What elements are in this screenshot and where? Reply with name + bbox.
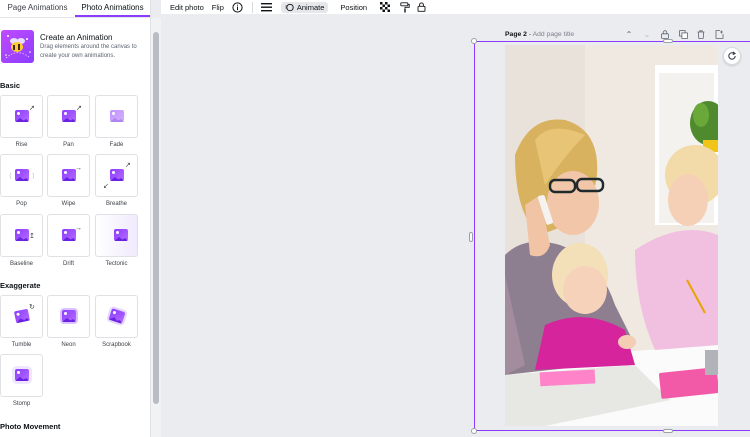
panel-scrollbar-thumb[interactable] [153, 32, 159, 404]
bracket-left-icon: ⟨ [9, 173, 12, 180]
image-icon [15, 110, 29, 122]
image-icon [15, 169, 29, 181]
animation-label-neon: Neon [61, 342, 76, 348]
section-title-photo-movement: Photo Movement [0, 422, 61, 431]
transparency-icon[interactable] [379, 1, 391, 13]
arrow-up-right-icon: ↗ [29, 105, 35, 112]
animation-tile-pan[interactable]: ↗ [47, 95, 90, 138]
resize-handle-bottom[interactable] [663, 429, 673, 433]
image-icon [62, 229, 76, 241]
animation-tile-tectonic[interactable] [95, 214, 138, 257]
chevron-down-icon[interactable]: ⌄ [638, 30, 656, 41]
tab-photo-animations[interactable]: Photo Animations [75, 0, 150, 17]
animation-tile-stomp[interactable] [0, 354, 43, 397]
animation-label-fade: Fade [109, 142, 124, 148]
animation-label-breathe: Breathe [105, 201, 127, 207]
edit-photo-button[interactable]: Edit photo [170, 3, 204, 12]
rotate-icon [728, 51, 737, 60]
paint-roller-icon[interactable] [399, 1, 411, 13]
animation-label-pop: Pop [16, 201, 27, 207]
animation-tile-fade[interactable] [95, 95, 138, 138]
animate-label: Animate [296, 2, 325, 12]
toolbar-divider [251, 1, 253, 13]
resize-handle-top[interactable] [663, 39, 673, 43]
animation-label-rise: Rise [15, 142, 28, 148]
arrow-up-right-icon: ↗ [125, 162, 131, 169]
section-title-exaggerate: Exaggerate [0, 281, 41, 290]
page-header: Page 2 - Add page title [505, 31, 574, 38]
resize-handle-top-left[interactable] [471, 38, 477, 44]
animation-label-wipe: Wipe [61, 201, 76, 207]
chevron-up-icon[interactable]: ⌃ [620, 30, 638, 41]
animation-tile-tumble[interactable]: ↻ [0, 295, 43, 338]
animation-tile-wipe[interactable]: → [47, 154, 90, 197]
animation-tile-baseline[interactable]: ↥ [0, 214, 43, 257]
photo-toolbar: Edit photo Flip Animate Position [161, 0, 750, 14]
create-animation-title: Create an Animation [40, 33, 113, 42]
arrow-up-right-icon: ↗ [76, 105, 82, 112]
info-icon[interactable] [232, 1, 244, 13]
image-icon [62, 310, 76, 322]
animation-tile-drift[interactable]: → [47, 214, 90, 257]
delete-page-icon[interactable] [692, 30, 710, 41]
image-icon [114, 229, 128, 241]
animation-tile-neon[interactable] [47, 295, 90, 338]
animate-button[interactable]: Animate [280, 1, 329, 13]
rotate-button[interactable] [723, 47, 741, 65]
animation-label-drift: Drift [63, 261, 74, 267]
flip-button[interactable]: Flip [212, 3, 224, 12]
image-icon [108, 308, 126, 324]
panel-tabs: Page Animations Photo Animations [0, 0, 150, 18]
image-icon [110, 169, 124, 181]
image-icon [110, 110, 124, 122]
arrow-down-left-icon: ↙ [103, 183, 109, 190]
panel-scrollbar[interactable] [151, 18, 161, 437]
animation-label-scrapbook: Scrapbook [102, 342, 131, 348]
resize-handle-left[interactable] [469, 232, 473, 242]
page-tools: ⌃ ⌄ [620, 30, 728, 41]
page-number-label: Page 2 [505, 31, 527, 38]
image-icon [15, 229, 29, 241]
position-button[interactable]: Position [340, 3, 367, 12]
animate-icon [285, 3, 294, 11]
image-icon [13, 308, 31, 324]
photo-image[interactable] [505, 45, 718, 426]
bee-icon [5, 35, 31, 59]
image-icon [62, 169, 76, 181]
create-animation-description: Drag elements around the canvas to creat… [40, 44, 137, 59]
animation-label-pan: Pan [63, 142, 74, 148]
add-page-icon[interactable] [710, 30, 728, 41]
duplicate-page-icon[interactable] [674, 30, 692, 41]
arrow-right-icon: → [75, 225, 82, 232]
page-title-input[interactable]: Add page title [533, 31, 575, 38]
animation-tile-rise[interactable]: ↗ [0, 95, 43, 138]
animation-tile-breathe[interactable]: ↗ ↙ [95, 154, 138, 197]
tab-page-animations[interactable]: Page Animations [0, 0, 75, 17]
animations-panel: Page Animations Photo Animations Create … [0, 0, 151, 437]
animation-label-baseline: Baseline [9, 261, 33, 267]
lock-icon[interactable] [415, 1, 427, 13]
rotate-arrow-icon: ↻ [29, 304, 35, 311]
border-style-icon[interactable] [261, 1, 273, 13]
animation-label-tumble: Tumble [11, 342, 32, 348]
animation-tile-scrapbook[interactable] [95, 295, 138, 338]
arrow-right-icon: → [75, 165, 82, 172]
resize-handle-bottom-left[interactable] [471, 428, 477, 434]
image-icon [62, 110, 76, 122]
animation-label-tectonic: Tectonic [105, 261, 128, 267]
arrow-up-bar-icon: ↥ [29, 233, 35, 240]
animation-label-stomp: Stomp [12, 401, 31, 407]
design-canvas[interactable] [505, 45, 718, 426]
create-animation-thumbnail [1, 30, 34, 63]
bracket-right-icon: ⟩ [32, 173, 35, 180]
animation-tile-pop[interactable]: ⟨ ⟩ [0, 154, 43, 197]
section-title-basic: Basic [0, 81, 21, 90]
image-icon [15, 369, 29, 381]
create-animation-card[interactable]: Create an Animation Drag elements around… [0, 28, 150, 68]
